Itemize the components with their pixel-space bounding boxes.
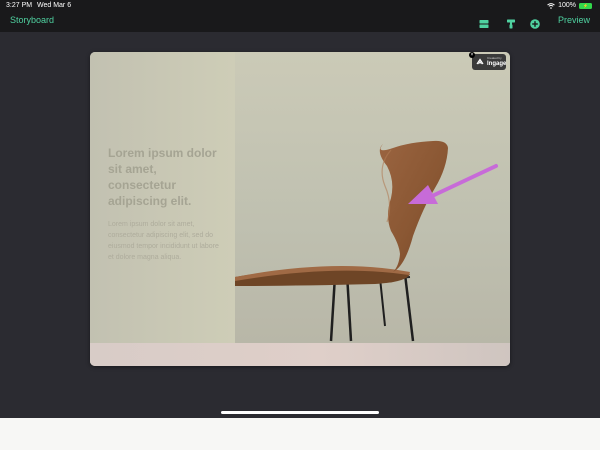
status-date: Wed Mar 6: [37, 2, 72, 9]
layout-icon[interactable]: [479, 16, 489, 28]
ingage-badge: × Created by Ingage: [469, 52, 507, 70]
home-indicator[interactable]: [221, 411, 379, 414]
wall-left: [90, 52, 235, 366]
status-indicators: 100% ⚡: [547, 2, 592, 9]
floor: [90, 343, 510, 366]
add-circle-icon[interactable]: [530, 16, 540, 29]
body-text[interactable]: Lorem ipsum dolor sit amet, consectetur …: [108, 219, 223, 263]
paint-roller-icon[interactable]: [506, 16, 516, 29]
preview-button[interactable]: Preview: [558, 15, 590, 25]
bottom-area: [0, 418, 600, 450]
slide-canvas[interactable]: Lorem ipsum dolor sit amet, consectetur …: [90, 52, 510, 366]
badge-caption: Created by: [487, 56, 502, 60]
nav-bar: Storyboard Preview: [0, 12, 600, 32]
ingage-logo-icon: [476, 58, 484, 65]
storyboard-back-button[interactable]: Storyboard: [10, 15, 54, 25]
status-time: 3:27 PM: [6, 2, 33, 9]
badge-brand: Ingage: [487, 61, 507, 67]
battery-icon: ⚡: [579, 2, 592, 9]
close-icon[interactable]: ×: [469, 52, 475, 58]
wifi-icon: [547, 2, 555, 9]
headline-text[interactable]: Lorem ipsum dolor sit amet, consectetur …: [108, 145, 223, 209]
battery-percent: 100%: [558, 2, 576, 9]
status-bar: 3:27 PM Wed Mar 6 100% ⚡: [0, 0, 600, 12]
annotation-arrow-icon: [408, 164, 498, 204]
